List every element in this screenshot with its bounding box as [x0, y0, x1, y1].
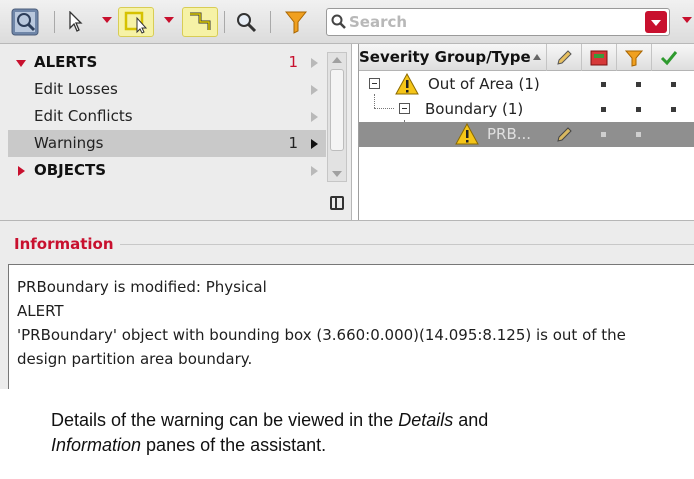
assistant-toolbar	[0, 0, 694, 44]
collapsed-triangle-icon[interactable]	[18, 166, 25, 176]
status-dot	[636, 132, 641, 137]
category-alerts[interactable]: ALERTS 1	[8, 49, 326, 76]
pencil-icon[interactable]	[546, 44, 580, 71]
tree-row-label: Boundary (1)	[425, 100, 524, 118]
caption-emphasis: Information	[51, 435, 142, 455]
edit-box-icon[interactable]	[118, 7, 154, 37]
category-label: OBJECTS	[34, 161, 107, 179]
info-line: PRBoundary is modified: Physical	[17, 278, 267, 296]
category-label: Edit Conflicts	[34, 107, 133, 125]
info-line: 'PRBoundary' object with bounding box (3…	[17, 326, 626, 344]
toolbar-separator	[54, 11, 55, 33]
status-dot	[636, 82, 641, 87]
toolbar-separator	[270, 11, 271, 33]
search-dropdown-button[interactable]	[645, 11, 667, 33]
step-icon[interactable]	[182, 7, 218, 37]
status-dot	[671, 107, 676, 112]
caption-emphasis: Details	[398, 410, 454, 430]
tree-row-label: PRB...	[487, 125, 532, 143]
status-dot	[601, 82, 606, 87]
status-dot	[671, 82, 676, 87]
category-count: 1	[288, 134, 298, 152]
check-icon[interactable]	[651, 44, 685, 71]
chevron-right-icon[interactable]	[311, 58, 318, 68]
status-dot	[601, 132, 606, 137]
chevron-right-icon[interactable]	[311, 166, 318, 176]
chevron-right-icon[interactable]	[311, 112, 318, 122]
tree-row-label: Out of Area (1)	[428, 75, 540, 93]
category-label: ALERTS	[34, 53, 98, 71]
search-field[interactable]	[326, 8, 670, 36]
category-label: Warnings	[34, 134, 104, 152]
select-arrow-icon[interactable]	[64, 7, 88, 37]
toolbar-separator	[224, 11, 225, 33]
tree-row-boundary[interactable]: Boundary (1)	[359, 97, 694, 122]
expanded-triangle-icon[interactable]	[16, 60, 26, 67]
category-scrollbar[interactable]	[327, 52, 347, 182]
collapse-box-icon[interactable]	[399, 103, 410, 114]
target-view-icon[interactable]	[8, 7, 42, 37]
section-divider	[120, 244, 694, 245]
collapse-box-icon[interactable]	[369, 78, 380, 89]
tree-row-prboundary[interactable]: PRB...	[359, 122, 694, 147]
information-header: Information	[0, 234, 694, 256]
pane-splitter[interactable]	[0, 220, 694, 234]
pencil-icon[interactable]	[555, 126, 573, 144]
filter-icon[interactable]	[616, 44, 650, 71]
info-line: design partition area boundary.	[17, 350, 253, 368]
status-dot	[601, 107, 606, 112]
select-dropdown-arrow-icon[interactable]	[102, 17, 112, 23]
search-input[interactable]	[349, 12, 639, 32]
category-edit-losses[interactable]: Edit Losses	[8, 76, 326, 103]
scroll-down-icon[interactable]	[332, 171, 342, 177]
figure-caption: Details of the warning can be viewed in …	[51, 408, 671, 458]
edit-dropdown-arrow-icon[interactable]	[164, 17, 174, 23]
column-header-severity[interactable]: Severity Group/Type	[359, 48, 531, 66]
category-label: Edit Losses	[34, 80, 118, 98]
caption-text: panes of the assistant.	[141, 435, 327, 455]
caption-text: Details of the warning can be viewed in …	[51, 410, 399, 430]
filter-icon[interactable]	[282, 7, 310, 37]
information-text-area[interactable]: PRBoundary is modified: Physical ALERT '…	[8, 264, 694, 389]
category-warnings[interactable]: Warnings 1	[8, 130, 326, 157]
information-title: Information	[14, 235, 118, 253]
category-objects[interactable]: OBJECTS	[8, 157, 326, 184]
toolbar-menu-arrow-icon[interactable]	[682, 17, 692, 23]
panel-layout-icon[interactable]	[330, 196, 344, 210]
tree-header: Severity Group/Type	[359, 44, 694, 71]
status-dot	[636, 107, 641, 112]
scroll-thumb[interactable]	[330, 69, 344, 151]
issue-tree-panel: Severity Group/Type Out of Area (1) Boun	[358, 44, 694, 220]
tree-row-out-of-area[interactable]: Out of Area (1)	[359, 72, 694, 97]
category-edit-conflicts[interactable]: Edit Conflicts	[8, 103, 326, 130]
category-panel: ALERTS 1 Edit Losses Edit Conflicts Warn…	[0, 44, 352, 220]
information-pane: PRBoundary is modified: Physical ALERT '…	[0, 256, 694, 389]
warning-icon	[395, 73, 419, 95]
caption-text: and	[453, 410, 489, 430]
chevron-right-icon[interactable]	[311, 85, 318, 95]
modified-flag-icon[interactable]	[581, 44, 615, 71]
warning-icon	[455, 123, 479, 145]
search-icon	[331, 14, 346, 29]
sort-ascending-icon	[533, 54, 541, 60]
info-line: ALERT	[17, 302, 64, 320]
scroll-up-icon[interactable]	[332, 57, 342, 63]
category-count: 1	[288, 53, 298, 71]
chevron-right-icon[interactable]	[311, 139, 318, 149]
zoom-icon[interactable]	[232, 7, 260, 37]
